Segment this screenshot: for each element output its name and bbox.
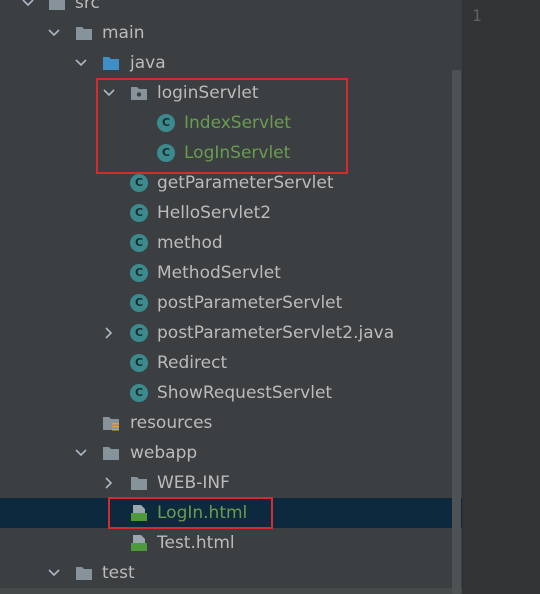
horizontal-scrollbar[interactable] [0, 588, 462, 594]
class-icon: C [130, 174, 148, 192]
tree-row-resources[interactable]: resources [0, 408, 462, 438]
tree-label: test [102, 563, 135, 583]
tree-label: resources [130, 413, 213, 433]
chevron-down-icon[interactable] [20, 0, 36, 11]
tree-row-test-html[interactable]: Test.html [0, 528, 462, 558]
vertical-scrollbar-thumb[interactable] [452, 70, 461, 594]
chevron-right-icon[interactable] [101, 475, 117, 491]
tree-label: postParameterServlet [157, 293, 343, 313]
tree-label: Test.html [157, 533, 235, 553]
tree-row-src[interactable]: src [0, 0, 462, 18]
class-icon: C [130, 264, 148, 282]
chevron-down-icon[interactable] [73, 445, 89, 461]
folder-icon [48, 0, 66, 12]
tree-row-helloservlet2[interactable]: C HelloServlet2 [0, 198, 462, 228]
tree-row-methodservlet[interactable]: C MethodServlet [0, 258, 462, 288]
tree-row-showrequestservlet[interactable]: C ShowRequestServlet [0, 378, 462, 408]
tree-label: postParameterServlet2.java [157, 323, 395, 343]
tree-label: webapp [130, 443, 198, 463]
highlight-box-loginservlet [96, 78, 348, 174]
class-icon: C [130, 324, 148, 342]
tree-label: HelloServlet2 [157, 203, 272, 223]
chevron-down-icon[interactable] [46, 565, 62, 581]
class-icon: C [130, 294, 148, 312]
line-number: 1 [472, 6, 482, 25]
source-folder-icon [102, 54, 120, 72]
class-icon: C [130, 384, 148, 402]
class-icon: C [130, 354, 148, 372]
class-icon: C [130, 204, 148, 222]
folder-icon [130, 474, 148, 492]
chevron-right-icon[interactable] [101, 325, 117, 341]
tree-row-method[interactable]: C method [0, 228, 462, 258]
folder-icon [75, 24, 93, 42]
tree-row-main[interactable]: main [0, 18, 462, 48]
tree-row-test[interactable]: test [0, 558, 462, 588]
tree-label: method [157, 233, 223, 253]
project-tree-panel: src main java loginServlet C IndexServle… [0, 0, 462, 594]
resources-folder-icon [102, 414, 120, 432]
html-file-icon [130, 534, 148, 552]
chevron-down-icon[interactable] [46, 25, 62, 41]
tree-row-webapp[interactable]: webapp [0, 438, 462, 468]
tree-label: main [102, 23, 145, 43]
editor-gutter [462, 0, 540, 594]
tree-label: src [75, 0, 100, 13]
tree-row-web-inf[interactable]: WEB-INF [0, 468, 462, 498]
tree-label: WEB-INF [157, 473, 230, 493]
tree-row-postparameterservlet2[interactable]: C postParameterServlet2.java [0, 318, 462, 348]
tree-row-postparameterservlet[interactable]: C postParameterServlet [0, 288, 462, 318]
tree-label: ShowRequestServlet [157, 383, 333, 403]
tree-label: Redirect [157, 353, 228, 373]
tree-label: java [130, 53, 166, 73]
tree-label: MethodServlet [157, 263, 281, 283]
class-icon: C [130, 234, 148, 252]
folder-icon [102, 444, 120, 462]
highlight-box-login-html [108, 497, 273, 529]
tree-row-java[interactable]: java [0, 48, 462, 78]
tree-row-redirect[interactable]: C Redirect [0, 348, 462, 378]
folder-icon [75, 564, 93, 582]
chevron-down-icon[interactable] [73, 55, 89, 71]
